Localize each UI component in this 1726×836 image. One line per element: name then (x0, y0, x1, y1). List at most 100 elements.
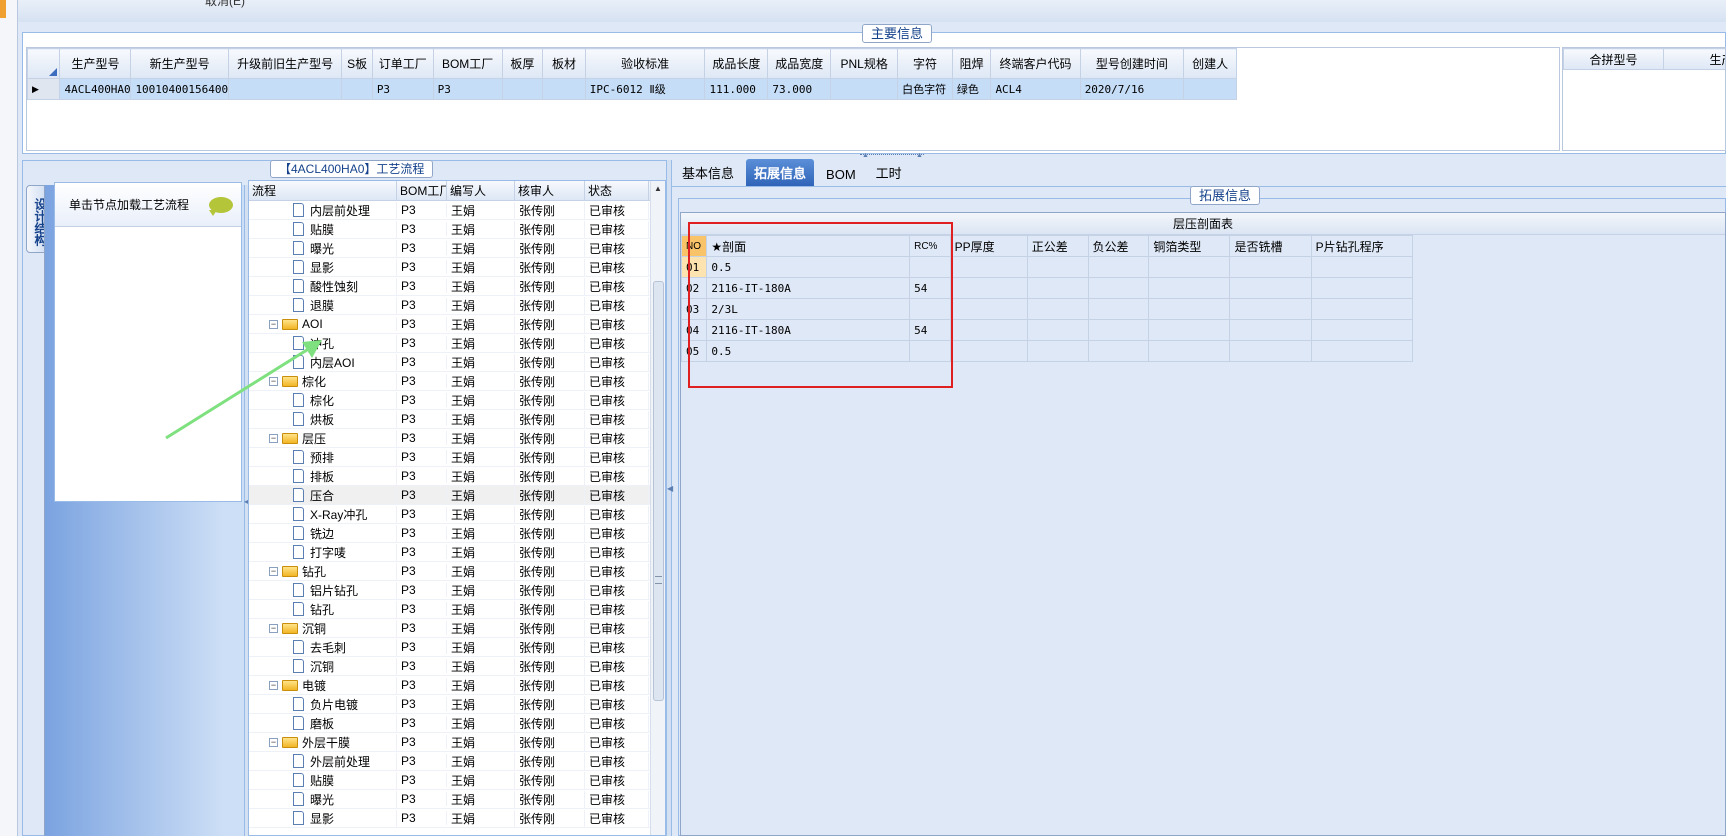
collapse-toggle-icon[interactable]: − (269, 623, 278, 633)
main-cell[interactable]: IPC-6012 Ⅱ级 (584, 78, 706, 100)
laminate-cell[interactable] (1229, 340, 1312, 362)
tab-3[interactable]: 工时 (868, 159, 910, 186)
main-col-header[interactable]: 成品宽度 (767, 48, 832, 79)
collapse-toggle-icon[interactable]: − (269, 680, 278, 690)
main-cell[interactable]: ACL4 (990, 78, 1081, 100)
main-col-header[interactable]: 验收标准 (584, 48, 706, 79)
main-cell[interactable]: 111.000 (704, 78, 769, 100)
laminate-cell[interactable] (1148, 298, 1231, 320)
laminate-cell[interactable] (1026, 256, 1089, 278)
laminate-cell[interactable] (1087, 340, 1150, 362)
laminate-cell[interactable] (1148, 256, 1231, 278)
laminate-cell[interactable] (1310, 298, 1414, 320)
main-cell[interactable] (341, 78, 373, 100)
laminate-cell[interactable] (1310, 319, 1414, 341)
main-cell[interactable]: 10010400156400 (130, 78, 229, 100)
process-col-header[interactable]: 编写人 (447, 181, 515, 200)
laminate-cell[interactable] (1310, 277, 1414, 299)
process-scrollbar[interactable]: ▲ (650, 181, 665, 835)
main-col-header[interactable]: 型号创建时间 (1079, 48, 1185, 79)
scroll-thumb[interactable] (653, 281, 664, 701)
laminate-cell[interactable] (949, 340, 1028, 362)
main-col-header[interactable]: 订单工厂 (371, 48, 434, 79)
laminate-cell[interactable] (949, 256, 1028, 278)
process-row[interactable]: 预排 P3 王娟 张传刚 已审核 (249, 448, 665, 467)
main-cell[interactable]: 2020/7/16 (1079, 78, 1185, 100)
main-info-row[interactable]: ▶ 4ACL400HA0 10010400156400 P3 P3 IPC-6012 Ⅱ… (27, 78, 1237, 100)
process-row[interactable]: 外层前处理 P3 王娟 张传刚 已审核 (249, 752, 665, 771)
main-cell[interactable] (1183, 78, 1237, 100)
main-cell[interactable] (542, 78, 586, 100)
laminate-col-header[interactable]: 铜箔类型 (1148, 235, 1231, 257)
process-row[interactable]: − 电镀 P3 王娟 张传刚 已审核 (249, 676, 665, 695)
process-row[interactable]: 去毛刺 P3 王娟 张传刚 已审核 (249, 638, 665, 657)
main-col-header[interactable]: 生产型号 (59, 48, 132, 79)
collapse-toggle-icon[interactable]: − (269, 737, 278, 747)
laminate-col-header[interactable]: 负公差 (1087, 235, 1150, 257)
process-row[interactable]: 酸性蚀刻 P3 王娟 张传刚 已审核 (249, 277, 665, 296)
main-col-header[interactable]: 终端客户代码 (990, 48, 1081, 79)
laminate-cell[interactable] (949, 277, 1028, 299)
cancel-button-stub[interactable]: 取消(E) (205, 0, 245, 9)
tab-0[interactable]: 基本信息 (674, 159, 742, 186)
main-cell[interactable] (501, 78, 544, 100)
main-col-header[interactable]: S板 (341, 48, 373, 79)
laminate-cell[interactable] (1148, 277, 1231, 299)
process-row[interactable]: 退膜 P3 王娟 张传刚 已审核 (249, 296, 665, 315)
laminate-cell[interactable] (949, 298, 1028, 320)
laminate-col-header[interactable]: 正公差 (1026, 235, 1089, 257)
right-col-header[interactable]: 生产型号 (1663, 48, 1725, 70)
main-cell[interactable]: P3 (371, 78, 434, 100)
tab-1[interactable]: 拓展信息 (746, 159, 815, 186)
process-row[interactable]: 显影 P3 王娟 张传刚 已审核 (249, 258, 665, 277)
process-row[interactable]: 贴膜 P3 王娟 张传刚 已审核 (249, 771, 665, 790)
main-col-header[interactable]: BOM工厂 (432, 48, 503, 79)
main-col-header[interactable]: 创建人 (1183, 48, 1237, 79)
laminate-cell[interactable] (949, 319, 1028, 341)
process-row[interactable]: 磨板 P3 王娟 张传刚 已审核 (249, 714, 665, 733)
main-splitter[interactable] (666, 160, 672, 836)
laminate-col-header[interactable]: 是否铣槽 (1229, 235, 1312, 257)
laminate-cell[interactable] (1148, 319, 1231, 341)
laminate-cell[interactable] (1310, 256, 1414, 278)
laminate-cell[interactable] (1026, 298, 1089, 320)
main-col-header[interactable]: 阻焊 (951, 48, 992, 79)
process-row[interactable]: − 外层干膜 P3 王娟 张传刚 已审核 (249, 733, 665, 752)
process-row[interactable]: 铣边 P3 王娟 张传刚 已审核 (249, 524, 665, 543)
process-row[interactable]: 沉铜 P3 王娟 张传刚 已审核 (249, 657, 665, 676)
laminate-cell[interactable] (1148, 340, 1231, 362)
main-cell[interactable]: 绿色 (951, 78, 992, 100)
main-col-header[interactable]: 升级前旧生产型号 (227, 48, 343, 79)
process-row[interactable]: 压合 P3 王娟 张传刚 已审核 (249, 486, 665, 505)
tab-2[interactable]: BOM (818, 163, 864, 186)
laminate-cell[interactable] (1026, 319, 1089, 341)
process-row[interactable]: − 钻孔 P3 王娟 张传刚 已审核 (249, 562, 665, 581)
main-col-header[interactable]: 新生产型号 (130, 48, 229, 79)
process-row[interactable]: 贴膜 P3 王娟 张传刚 已审核 (249, 220, 665, 239)
process-row[interactable]: 打字唛 P3 王娟 张传刚 已审核 (249, 543, 665, 562)
process-row[interactable]: 铝片钻孔 P3 王娟 张传刚 已审核 (249, 581, 665, 600)
main-col-header[interactable]: 字符 (897, 48, 953, 79)
process-col-header[interactable]: 流程 (249, 181, 397, 200)
process-col-header[interactable]: 核审人 (515, 181, 585, 200)
laminate-cell[interactable] (1229, 319, 1312, 341)
process-col-header[interactable]: BOM工厂 (397, 181, 447, 200)
main-cell[interactable] (830, 78, 899, 100)
process-row[interactable]: 排板 P3 王娟 张传刚 已审核 (249, 467, 665, 486)
process-row[interactable]: 曝光 P3 王娟 张传刚 已审核 (249, 790, 665, 809)
laminate-cell[interactable] (1026, 277, 1089, 299)
laminate-col-header[interactable]: PP厚度 (949, 235, 1028, 257)
scroll-up-arrow-icon[interactable]: ▲ (651, 181, 665, 196)
main-col-header[interactable]: 板厚 (501, 48, 544, 79)
process-row[interactable]: 钻孔 P3 王娟 张传刚 已审核 (249, 600, 665, 619)
laminate-cell[interactable] (1310, 340, 1414, 362)
main-col-header[interactable]: PNL规格 (830, 48, 899, 79)
hint-card-header[interactable]: 单击节点加载工艺流程 (55, 183, 241, 227)
main-col-header[interactable]: 成品长度 (704, 48, 769, 79)
process-row[interactable]: − 沉铜 P3 王娟 张传刚 已审核 (249, 619, 665, 638)
laminate-col-header[interactable]: P片钻孔程序 (1310, 235, 1414, 257)
process-row[interactable]: 显影 P3 王娟 张传刚 已审核 (249, 809, 665, 828)
laminate-cell[interactable] (1087, 319, 1150, 341)
right-col-header[interactable]: 合拼型号 (1563, 48, 1664, 70)
laminate-cell[interactable] (1087, 298, 1150, 320)
